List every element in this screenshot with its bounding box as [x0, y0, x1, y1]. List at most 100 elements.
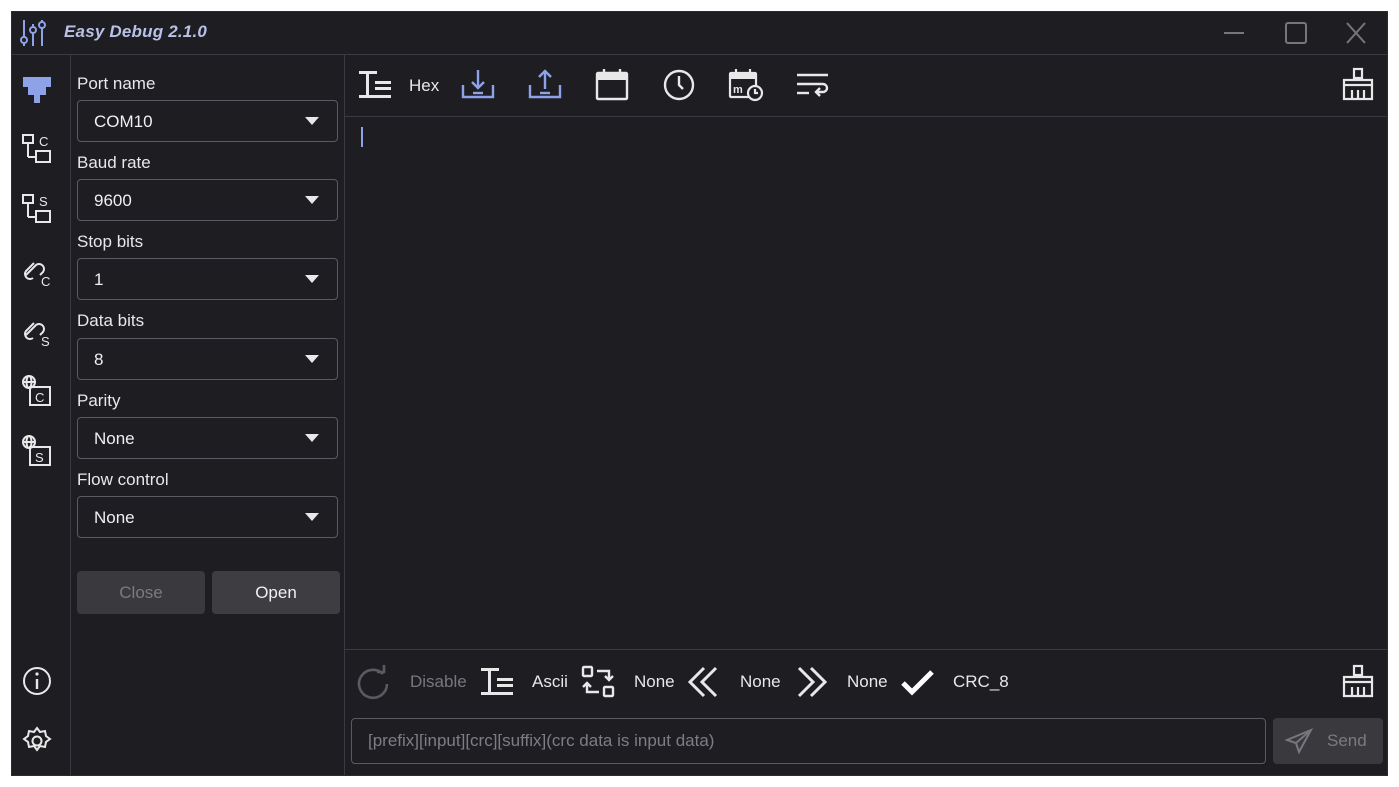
nav-udp-client[interactable]: C: [20, 253, 54, 289]
svg-text:C: C: [35, 390, 44, 405]
output-area[interactable]: [345, 117, 1387, 650]
sliders-logo-icon: [20, 20, 46, 46]
stop-bits-select[interactable]: 1: [77, 258, 338, 300]
broom-icon: [1342, 67, 1374, 101]
send-toolbar: Disable Ascii None None None CRC_8: [345, 650, 1387, 712]
chevrons-left-icon: [687, 666, 718, 698]
input-format-label: Ascii: [532, 672, 568, 691]
convert-icon: [581, 665, 615, 698]
maximize-icon: [1285, 22, 1307, 44]
data-bits-value: 8: [94, 350, 104, 369]
chevron-down-icon: [305, 196, 319, 204]
parity-label: Parity: [77, 391, 121, 410]
serial-port-icon: [23, 77, 51, 103]
link-server-icon: S: [24, 322, 50, 349]
chevron-down-icon: [305, 275, 319, 283]
export-button[interactable]: [526, 67, 564, 103]
parity-value: None: [94, 429, 135, 448]
send-button[interactable]: Send: [1273, 718, 1383, 764]
baud-rate-value: 9600: [94, 191, 132, 210]
svg-text:C: C: [39, 134, 48, 149]
port-name-select[interactable]: COM10: [77, 100, 338, 142]
svg-text:S: S: [35, 450, 44, 465]
maximize-button[interactable]: [1282, 20, 1310, 46]
gear-icon: [22, 726, 52, 752]
data-bits-label: Data bits: [77, 311, 145, 330]
close-window-button[interactable]: [1342, 20, 1370, 46]
app-window: Easy Debug 2.1.0 C S C S C S Port name C…: [11, 11, 1388, 776]
refresh-icon: [357, 665, 389, 700]
chevron-down-icon: [305, 434, 319, 442]
time-button[interactable]: [660, 67, 698, 103]
clock-icon: [663, 69, 695, 101]
escape-label: None: [634, 672, 675, 691]
close-port-button[interactable]: Close: [77, 571, 205, 614]
info-icon: [23, 667, 51, 695]
chevrons-right-icon: [797, 666, 828, 698]
web-server-icon: S: [22, 435, 51, 466]
open-port-button[interactable]: Open: [212, 571, 340, 614]
nav-web-client[interactable]: C: [20, 373, 54, 409]
chevron-down-icon: [305, 117, 319, 125]
clear-output-button[interactable]: [1339, 67, 1377, 103]
main-area: Hex m Disable Ascii None None None CRC_8…: [345, 55, 1387, 775]
title-bar[interactable]: Easy Debug 2.1.0: [12, 12, 1387, 55]
flow-control-label: Flow control: [77, 470, 169, 489]
prefix-button[interactable]: [686, 664, 724, 700]
crc-button[interactable]: [899, 664, 937, 700]
text-format-button[interactable]: [357, 67, 395, 103]
text-cursor: [361, 127, 363, 147]
paper-plane-icon: [1285, 728, 1313, 754]
flow-control-select[interactable]: None: [77, 496, 338, 538]
import-button[interactable]: [459, 67, 497, 103]
word-wrap-icon: [797, 73, 829, 97]
link-client-icon: C: [24, 262, 50, 289]
baud-rate-select[interactable]: 9600: [77, 179, 338, 221]
parity-select[interactable]: None: [77, 417, 338, 459]
svg-text:S: S: [39, 194, 48, 209]
suffix-button[interactable]: [793, 664, 831, 700]
close-icon: [1346, 22, 1366, 44]
port-name-value: COM10: [94, 112, 153, 131]
prefix-label: None: [740, 672, 781, 691]
nav-serial-port[interactable]: [20, 71, 54, 107]
wrap-button[interactable]: [794, 67, 832, 103]
serial-settings-panel: Port name COM10 Baud rate 9600 Stop bits…: [71, 55, 345, 775]
svg-text:C: C: [41, 274, 50, 289]
date-button[interactable]: [593, 67, 631, 103]
web-client-icon: C: [22, 375, 51, 406]
text-format-icon: [359, 71, 391, 98]
stop-bits-label: Stop bits: [77, 232, 144, 251]
nav-tcp-client[interactable]: C: [20, 131, 54, 167]
broom-icon: [1342, 664, 1374, 698]
crc-label: CRC_8: [953, 672, 1009, 691]
hex-label[interactable]: Hex: [409, 76, 439, 96]
nav-rail: C S C S C S: [12, 55, 71, 775]
nav-web-server[interactable]: S: [20, 433, 54, 469]
timestamp-button[interactable]: m: [727, 67, 765, 103]
cycle-send-button[interactable]: [355, 664, 393, 700]
baud-rate-label: Baud rate: [77, 153, 151, 172]
chevron-down-icon: [305, 513, 319, 521]
tcp-server-icon: S: [22, 194, 51, 223]
input-format-button[interactable]: [479, 664, 517, 700]
send-button-label: Send: [1327, 731, 1367, 750]
nav-about[interactable]: [20, 663, 54, 699]
data-bits-select[interactable]: 8: [77, 338, 338, 380]
check-icon: [901, 670, 934, 696]
port-name-label: Port name: [77, 74, 156, 93]
text-format-icon: [481, 668, 513, 695]
svg-text:S: S: [41, 334, 50, 349]
clear-input-button[interactable]: [1339, 664, 1377, 700]
flow-control-value: None: [94, 508, 135, 527]
send-input[interactable]: [351, 718, 1266, 764]
escape-button[interactable]: [580, 664, 618, 700]
minimize-icon: [1224, 32, 1244, 34]
nav-settings[interactable]: [20, 723, 54, 759]
stop-bits-value: 1: [94, 270, 104, 289]
nav-tcp-server[interactable]: S: [20, 191, 54, 227]
download-icon: [461, 70, 495, 99]
window-title: Easy Debug 2.1.0: [64, 22, 208, 41]
minimize-button[interactable]: [1220, 20, 1248, 46]
nav-udp-server[interactable]: S: [20, 313, 54, 349]
